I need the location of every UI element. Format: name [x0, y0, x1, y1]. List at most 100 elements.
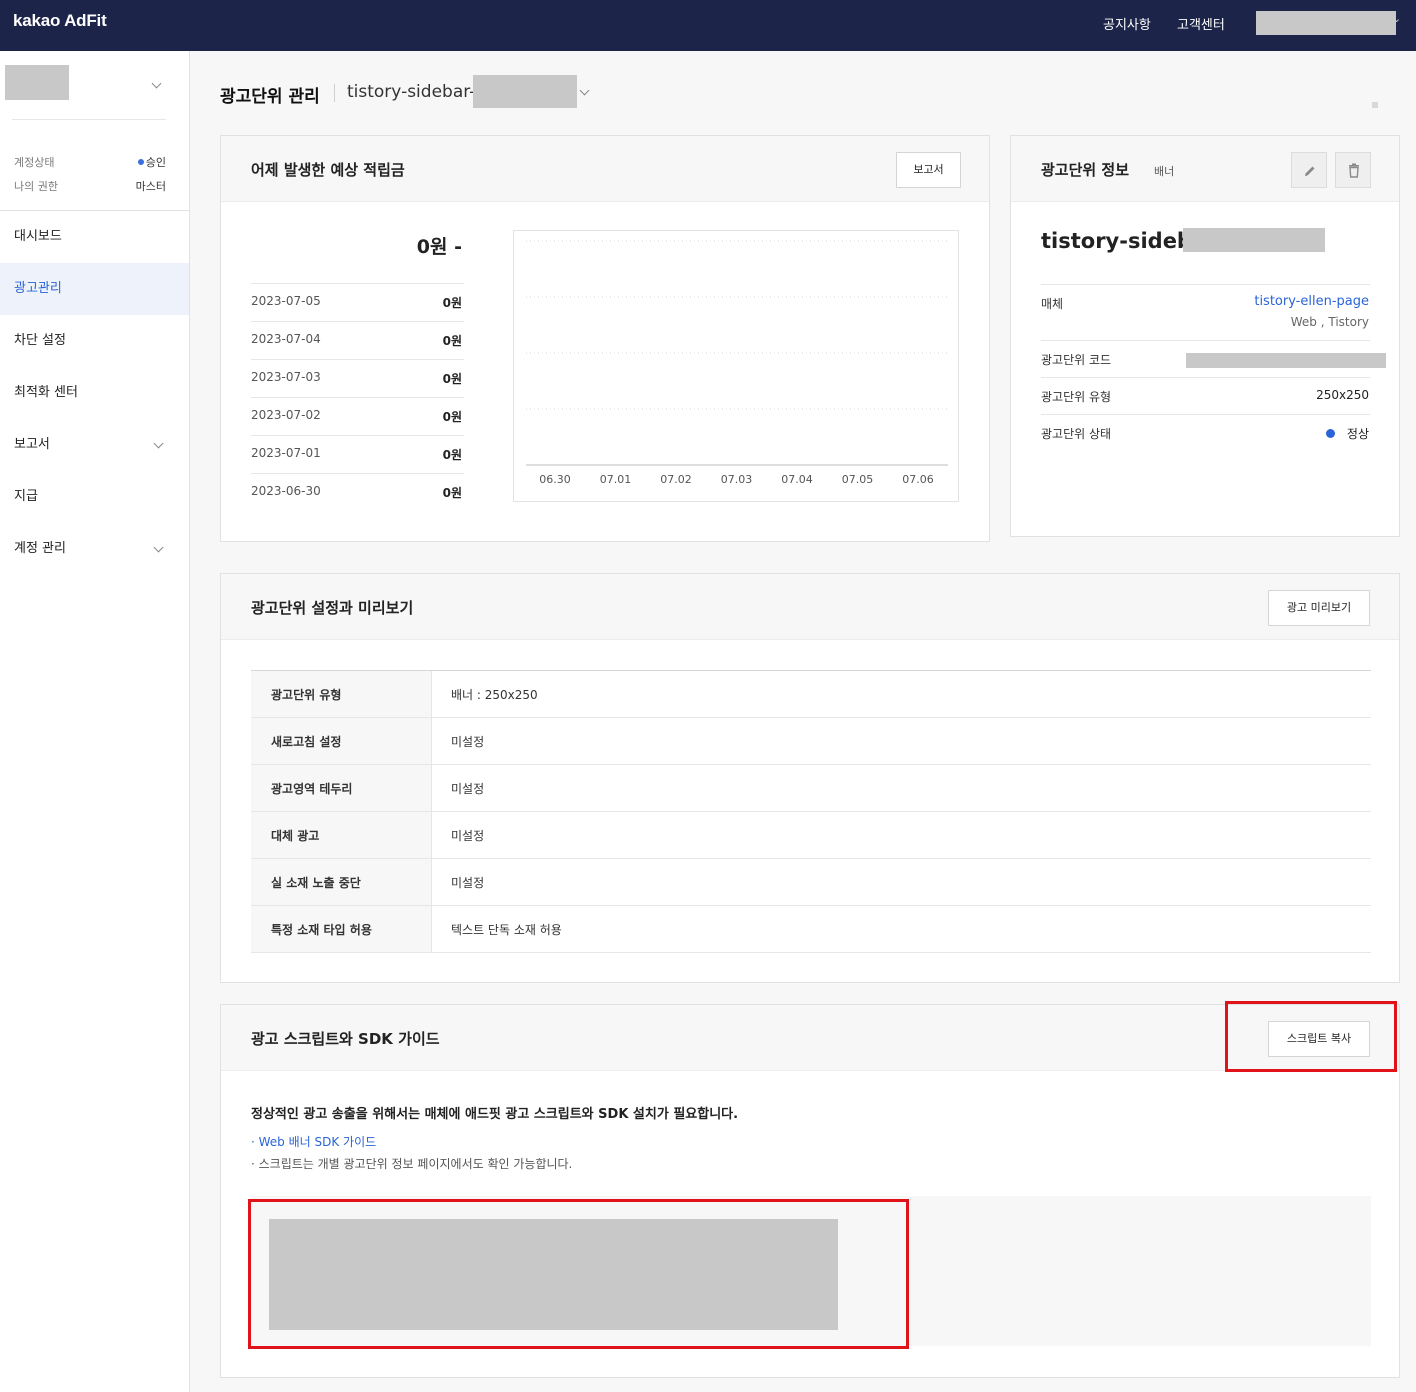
- table-row-label: 대체 광고: [271, 829, 320, 843]
- media-link[interactable]: tistory-ellen-page: [1254, 294, 1369, 309]
- sidebar-item-ad-management[interactable]: 광고관리: [0, 263, 189, 315]
- chevron-down-icon[interactable]: [579, 85, 590, 96]
- page-title: 광고단위 관리: [220, 87, 320, 107]
- table-row-label: 특정 소재 타입 허용: [271, 923, 372, 937]
- row-value: 0원: [442, 448, 462, 462]
- divider: [251, 321, 464, 322]
- decorative-square: [1372, 102, 1378, 108]
- divider: [334, 84, 335, 102]
- earnings-chart-svg: 06.30 07.01 07.02 07.03 07.04 07.05 07.06: [526, 240, 948, 486]
- card-header: 광고단위 정보 배너: [1011, 136, 1399, 202]
- pencil-icon: [1305, 166, 1315, 176]
- table-row-value: 미설정: [451, 876, 485, 890]
- role-value: 마스터: [135, 180, 166, 193]
- media-label: 매체: [1041, 297, 1064, 311]
- chevron-down-icon: ⌄: [1392, 12, 1402, 25]
- divider: [1041, 340, 1370, 341]
- script-notice: 정상적인 광고 송출을 위해서는 매체에 애드핏 광고 스크립트와 SDK 설치…: [251, 1107, 739, 1122]
- chevron-down-icon[interactable]: [151, 78, 162, 89]
- account-status-text: 승인: [145, 156, 166, 169]
- logo[interactable]: kakao AdFit: [13, 11, 107, 31]
- table-label-column: [251, 671, 431, 953]
- table-row-value: 배너 : 250x250: [451, 688, 538, 702]
- info-title: 광고단위 정보: [1041, 161, 1130, 179]
- divider: [251, 473, 464, 474]
- trash-icon: [1349, 163, 1359, 178]
- divider: [251, 283, 464, 284]
- table-row-label: 실 소재 노출 중단: [271, 876, 361, 890]
- row-value: 0원: [442, 372, 462, 386]
- divider: [251, 905, 1371, 906]
- edit-button[interactable]: [1291, 152, 1327, 188]
- table-row-label: 새로고침 설정: [271, 735, 342, 749]
- account-selector[interactable]: [5, 65, 69, 100]
- state-label: 광고단위 상태: [1041, 427, 1112, 441]
- account-status-label: 계정상태: [14, 156, 55, 169]
- account-status-value: 승인: [120, 154, 166, 170]
- masked-unit-code: [1186, 353, 1386, 368]
- type-value: 250x250: [1316, 388, 1369, 402]
- type-badge: 배너: [1154, 165, 1175, 178]
- chart-x-tick-label: 07.06: [902, 473, 934, 486]
- script-note: · 스크립트는 개별 광고단위 정보 페이지에서도 확인 가능합니다.: [251, 1157, 573, 1171]
- delete-button[interactable]: [1335, 152, 1371, 188]
- help-center-link[interactable]: 고객센터: [1177, 14, 1225, 33]
- table-row-value: 미설정: [451, 829, 485, 843]
- code-label: 광고단위 코드: [1041, 353, 1112, 367]
- script-title: 광고 스크립트와 SDK 가이드: [251, 1030, 440, 1048]
- masked-unit-name: [1183, 228, 1325, 252]
- divider: [251, 717, 1371, 718]
- table-row-label: 광고단위 유형: [271, 688, 342, 702]
- table-row-value: 미설정: [451, 735, 485, 749]
- chart-x-tick-label: 07.01: [600, 473, 632, 486]
- earnings-card: 어제 발생한 예상 적립금 보고서 0원 - 2023-07-05 0원 202…: [220, 135, 990, 542]
- unit-selector-label[interactable]: tistory-sidebar-: [347, 82, 475, 102]
- row-value: 0원: [442, 296, 462, 310]
- web-banner-sdk-guide-link[interactable]: · Web 배너 SDK 가이드: [251, 1133, 376, 1150]
- chart-x-tick-label: 07.04: [781, 473, 813, 486]
- state-value: 정상: [1325, 425, 1369, 442]
- row-value: 0원: [442, 410, 462, 424]
- row-date: 2023-07-03: [251, 370, 321, 384]
- type-label: 광고단위 유형: [1041, 390, 1112, 404]
- row-date: 2023-07-01: [251, 446, 321, 460]
- sidebar-item-optimization-center[interactable]: 최적화 센터: [0, 367, 189, 419]
- divider: [251, 435, 464, 436]
- divider: [251, 764, 1371, 765]
- highlight-copy-button: [1225, 1001, 1397, 1072]
- card-header: 광고 스크립트와 SDK 가이드 스크립트 복사: [221, 1005, 1399, 1071]
- divider: [251, 397, 464, 398]
- ad-preview-button[interactable]: 광고 미리보기: [1268, 590, 1370, 626]
- divider: [1041, 414, 1370, 415]
- divider: [431, 671, 432, 953]
- table-row-label: 광고영역 테두리: [271, 782, 353, 796]
- total-earnings: 0원 -: [416, 236, 462, 258]
- table-row-value: 미설정: [451, 782, 485, 796]
- row-value: 0원: [442, 486, 462, 500]
- top-bar: kakao AdFit 공지사항 고객센터 ⌄: [0, 0, 1416, 51]
- user-account-menu[interactable]: [1256, 11, 1396, 35]
- divider: [1041, 377, 1370, 378]
- sidebar-item-block-settings[interactable]: 차단 설정: [0, 315, 189, 367]
- notice-link[interactable]: 공지사항: [1103, 14, 1151, 33]
- report-button[interactable]: 보고서: [896, 152, 961, 188]
- row-date: 2023-07-05: [251, 294, 321, 308]
- chart-x-tick-label: 06.30: [539, 473, 571, 486]
- divider: [1041, 284, 1370, 285]
- divider: [251, 359, 464, 360]
- settings-title: 광고단위 설정과 미리보기: [251, 599, 414, 617]
- unit-info-card: 광고단위 정보 배너 tistory-sidebar 매체 tistory-el…: [1010, 135, 1400, 537]
- media-sub: Web , Tistory: [1290, 315, 1369, 329]
- earnings-title: 어제 발생한 예상 적립금: [251, 161, 405, 179]
- sidebar-item-payment[interactable]: 지급: [0, 471, 189, 523]
- chart-x-tick-label: 07.02: [660, 473, 692, 486]
- divider: [251, 858, 1371, 859]
- divider: [12, 119, 166, 120]
- earnings-chart: 06.30 07.01 07.02 07.03 07.04 07.05 07.06: [513, 230, 959, 502]
- chart-x-tick-label: 07.05: [842, 473, 874, 486]
- row-date: 2023-07-04: [251, 332, 321, 346]
- card-header: 광고단위 설정과 미리보기 광고 미리보기: [221, 574, 1399, 640]
- divider: [251, 952, 1371, 953]
- sidebar-item-dashboard[interactable]: 대시보드: [0, 211, 189, 263]
- status-dot-icon: [137, 159, 144, 165]
